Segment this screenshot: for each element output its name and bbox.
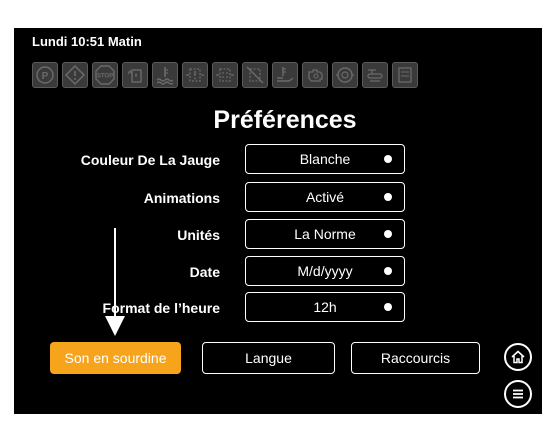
display-screen: Lundi 10:51 Matin P STOP Préférences Cou… [14, 28, 542, 414]
pointer-arrow [105, 228, 125, 336]
